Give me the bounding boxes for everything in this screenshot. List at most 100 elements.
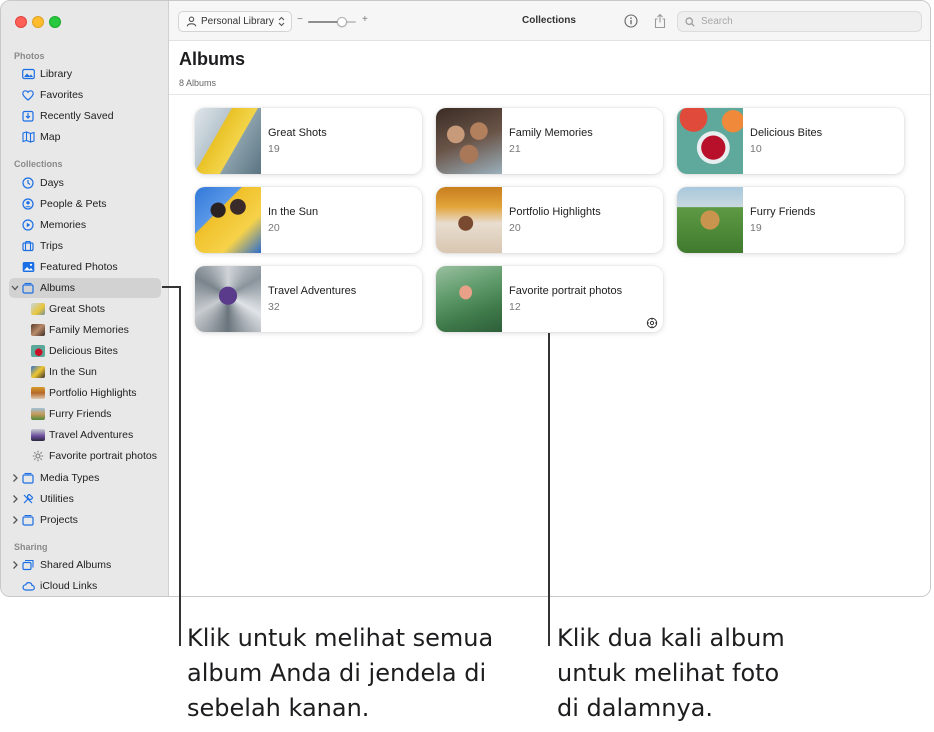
search-field[interactable]: Search xyxy=(677,11,922,32)
minimize-window-button[interactable] xyxy=(32,16,44,28)
album-photo-count: 12 xyxy=(509,301,521,313)
zoom-in-label: + xyxy=(362,14,368,25)
sidebar-item-label: iCloud Links xyxy=(40,580,98,592)
album-name: Travel Adventures xyxy=(268,285,357,297)
sidebar-album-delicious-bites[interactable]: Delicious Bites xyxy=(9,341,161,361)
album-card-delicious-bites[interactable]: Delicious Bites 10 xyxy=(677,108,904,174)
albums-content: Albums 8 Albums Great Shots 19 Family Me… xyxy=(169,41,930,596)
chevron-down-icon[interactable] xyxy=(11,283,19,293)
info-icon xyxy=(624,14,638,32)
album-card-in-the-sun[interactable]: In the Sun 20 xyxy=(195,187,422,253)
callout-line: album Anda di jendela di xyxy=(187,659,487,687)
sidebar-item-label: Travel Adventures xyxy=(49,429,134,441)
sidebar-item-shared-albums[interactable]: Shared Albums xyxy=(9,555,161,575)
memories-icon xyxy=(21,218,35,232)
sidebar-item-label: In the Sun xyxy=(49,366,97,378)
sidebar-item-label: Favorite portrait photos xyxy=(49,450,157,462)
sidebar-item-utilities[interactable]: Utilities xyxy=(9,489,161,509)
sidebar-item-albums[interactable]: Albums xyxy=(9,278,161,298)
zoom-out-label: − xyxy=(297,14,303,25)
chevron-right-icon[interactable] xyxy=(11,473,19,483)
callout-line: untuk melihat foto xyxy=(557,659,780,687)
album-cover-image xyxy=(195,108,261,174)
sidebar-album-in-the-sun[interactable]: In the Sun xyxy=(9,362,161,382)
sidebar-item-label: Recently Saved xyxy=(40,110,114,122)
close-window-button[interactable] xyxy=(15,16,27,28)
album-cover-image xyxy=(436,108,502,174)
sidebar-item-label: Projects xyxy=(40,514,78,526)
sidebar-item-label: Family Memories xyxy=(49,324,129,336)
zoom-slider-knob[interactable] xyxy=(336,17,347,27)
album-card-portfolio-highlights[interactable]: Portfolio Highlights 20 xyxy=(436,187,663,253)
album-photo-count: 20 xyxy=(509,222,521,234)
sidebar-section-sharing: Sharing xyxy=(14,542,48,552)
sidebar-item-recently-saved[interactable]: Recently Saved xyxy=(9,106,161,126)
sidebar-item-label: Albums xyxy=(40,282,76,294)
heart-icon xyxy=(21,88,35,102)
sidebar-album-portfolio-highlights[interactable]: Portfolio Highlights xyxy=(9,383,161,403)
album-name: Favorite portrait photos xyxy=(509,285,623,297)
tools-icon xyxy=(21,492,35,506)
sidebar-album-travel-adventures[interactable]: Travel Adventures xyxy=(9,425,161,445)
chevron-right-icon[interactable] xyxy=(11,560,19,570)
info-button[interactable] xyxy=(624,14,638,28)
sidebar-item-projects[interactable]: Projects xyxy=(9,510,161,530)
callout-leader-left-vertical xyxy=(179,286,181,646)
album-cover-image xyxy=(677,187,743,253)
sidebar-item-label: Library xyxy=(40,68,73,80)
album-cover-image xyxy=(195,266,261,332)
album-photo-count: 10 xyxy=(750,143,762,155)
toolbar: Personal Library − + Collections Search xyxy=(169,1,930,41)
chevron-right-icon[interactable] xyxy=(11,494,19,504)
sidebar: Photos Library Favorites Recently Saved … xyxy=(1,1,169,596)
sidebar-item-days[interactable]: Days xyxy=(9,173,161,193)
library-selector-button[interactable]: Personal Library xyxy=(178,11,292,32)
album-card-furry-friends[interactable]: Furry Friends 19 xyxy=(677,187,904,253)
sidebar-item-library[interactable]: Library xyxy=(9,64,161,84)
zoom-slider[interactable]: − + xyxy=(297,14,369,30)
chevron-right-icon[interactable] xyxy=(11,515,19,525)
album-photo-count: 21 xyxy=(509,143,521,155)
zoom-window-button[interactable] xyxy=(49,16,61,28)
smart-album-gear-icon xyxy=(30,450,46,463)
chevron-updown-icon xyxy=(278,16,285,27)
callout-left: Klik untuk melihat semua album Anda di j… xyxy=(187,621,493,726)
sidebar-item-people-pets[interactable]: People & Pets xyxy=(9,194,161,214)
sidebar-item-label: Days xyxy=(40,177,64,189)
sidebar-item-label: Media Types xyxy=(40,472,100,484)
folder-icon xyxy=(21,513,35,527)
album-card-travel-adventures[interactable]: Travel Adventures 32 xyxy=(195,266,422,332)
person-circle-icon xyxy=(21,197,35,211)
album-name: Great Shots xyxy=(268,127,327,139)
album-name: Portfolio Highlights xyxy=(509,206,601,218)
sidebar-album-family-memories[interactable]: Family Memories xyxy=(9,320,161,340)
album-card-family-memories[interactable]: Family Memories 21 xyxy=(436,108,663,174)
album-card-favorite-portrait-photos[interactable]: Favorite portrait photos 12 xyxy=(436,266,663,332)
sidebar-item-media-types[interactable]: Media Types xyxy=(9,468,161,488)
sidebar-item-favorites[interactable]: Favorites xyxy=(9,85,161,105)
sidebar-item-icloud-links[interactable]: iCloud Links xyxy=(9,576,161,596)
callout-leader-left-horizontal xyxy=(162,286,180,288)
album-name: Furry Friends xyxy=(750,206,816,218)
sidebar-album-furry-friends[interactable]: Furry Friends xyxy=(9,404,161,424)
sidebar-item-trips[interactable]: Trips xyxy=(9,236,161,256)
callout-line: Klik dua kali album xyxy=(557,624,785,652)
sidebar-item-map[interactable]: Map xyxy=(9,127,161,147)
sidebar-item-label: Delicious Bites xyxy=(49,345,118,357)
album-photo-count: 32 xyxy=(268,301,280,313)
sidebar-item-featured-photos[interactable]: Featured Photos xyxy=(9,257,161,277)
album-photo-count: 19 xyxy=(268,143,280,155)
search-placeholder: Search xyxy=(701,16,733,27)
album-thumbnail-icon xyxy=(30,366,46,379)
album-cover-image xyxy=(436,187,502,253)
sidebar-album-favorite-portrait-photos[interactable]: Favorite portrait photos xyxy=(9,446,161,466)
library-selector-label: Personal Library xyxy=(201,16,274,27)
album-name: In the Sun xyxy=(268,206,319,218)
cloud-link-icon xyxy=(21,579,35,593)
album-photo-count: 19 xyxy=(750,222,762,234)
share-button[interactable] xyxy=(653,13,667,29)
sidebar-item-memories[interactable]: Memories xyxy=(9,215,161,235)
album-thumbnail-icon xyxy=(30,345,46,358)
sidebar-album-great-shots[interactable]: Great Shots xyxy=(9,299,161,319)
album-card-great-shots[interactable]: Great Shots 19 xyxy=(195,108,422,174)
